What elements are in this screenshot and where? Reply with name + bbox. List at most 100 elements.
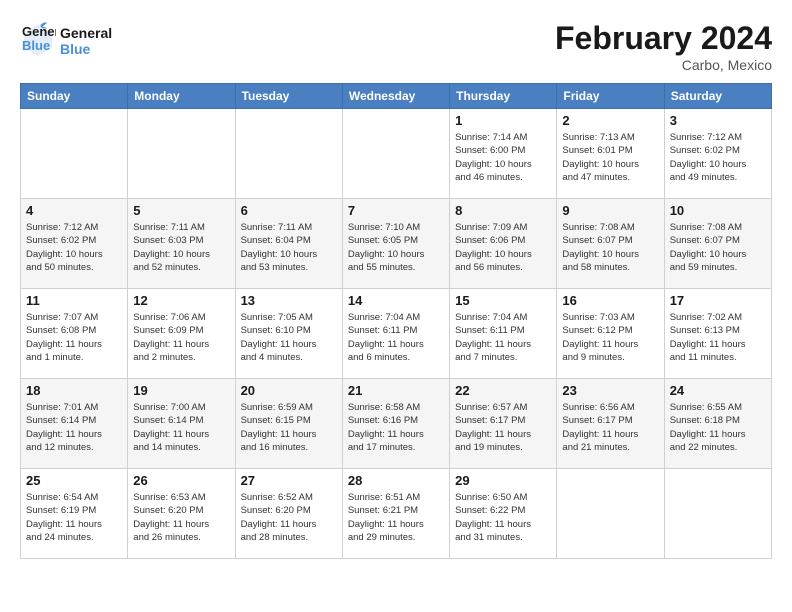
- calendar-cell: [664, 469, 771, 559]
- day-info: Sunrise: 7:03 AM Sunset: 6:12 PM Dayligh…: [562, 311, 658, 364]
- page-header: General Blue General Blue February 2024 …: [20, 20, 772, 73]
- calendar-cell: [557, 469, 664, 559]
- day-number: 11: [26, 293, 122, 308]
- day-number: 20: [241, 383, 337, 398]
- day-number: 5: [133, 203, 229, 218]
- day-info: Sunrise: 7:06 AM Sunset: 6:09 PM Dayligh…: [133, 311, 229, 364]
- calendar-cell: [342, 109, 449, 199]
- day-number: 21: [348, 383, 444, 398]
- day-info: Sunrise: 7:08 AM Sunset: 6:07 PM Dayligh…: [670, 221, 766, 274]
- weekday-header: Wednesday: [342, 84, 449, 109]
- day-info: Sunrise: 7:11 AM Sunset: 6:03 PM Dayligh…: [133, 221, 229, 274]
- day-number: 12: [133, 293, 229, 308]
- weekday-header: Sunday: [21, 84, 128, 109]
- day-number: 3: [670, 113, 766, 128]
- month-title: February 2024: [555, 20, 772, 57]
- day-info: Sunrise: 7:12 AM Sunset: 6:02 PM Dayligh…: [670, 131, 766, 184]
- calendar-cell: 18 Sunrise: 7:01 AM Sunset: 6:14 PM Dayli…: [21, 379, 128, 469]
- day-info: Sunrise: 7:07 AM Sunset: 6:08 PM Dayligh…: [26, 311, 122, 364]
- calendar-cell: 22 Sunrise: 6:57 AM Sunset: 6:17 PM Dayli…: [450, 379, 557, 469]
- calendar-cell: 11 Sunrise: 7:07 AM Sunset: 6:08 PM Dayli…: [21, 289, 128, 379]
- calendar-cell: 6 Sunrise: 7:11 AM Sunset: 6:04 PM Daylig…: [235, 199, 342, 289]
- day-info: Sunrise: 7:00 AM Sunset: 6:14 PM Dayligh…: [133, 401, 229, 454]
- day-info: Sunrise: 6:55 AM Sunset: 6:18 PM Dayligh…: [670, 401, 766, 454]
- day-number: 2: [562, 113, 658, 128]
- calendar-cell: 25 Sunrise: 6:54 AM Sunset: 6:19 PM Dayli…: [21, 469, 128, 559]
- day-number: 6: [241, 203, 337, 218]
- calendar-header: SundayMondayTuesdayWednesdayThursdayFrid…: [21, 84, 772, 109]
- day-number: 17: [670, 293, 766, 308]
- day-number: 18: [26, 383, 122, 398]
- day-number: 28: [348, 473, 444, 488]
- logo-general: General: [60, 25, 112, 41]
- day-number: 19: [133, 383, 229, 398]
- calendar-cell: 5 Sunrise: 7:11 AM Sunset: 6:03 PM Daylig…: [128, 199, 235, 289]
- day-info: Sunrise: 7:04 AM Sunset: 6:11 PM Dayligh…: [348, 311, 444, 364]
- calendar-cell: 2 Sunrise: 7:13 AM Sunset: 6:01 PM Daylig…: [557, 109, 664, 199]
- calendar-week-row: 18 Sunrise: 7:01 AM Sunset: 6:14 PM Dayli…: [21, 379, 772, 469]
- calendar-cell: 26Sunrise: 6:53 AM Sunset: 6:20 PM Dayli…: [128, 469, 235, 559]
- svg-text:Blue: Blue: [22, 38, 50, 53]
- weekday-header: Friday: [557, 84, 664, 109]
- logo: General Blue General Blue: [20, 20, 112, 61]
- day-info: Sunrise: 6:52 AM Sunset: 6:20 PM Dayligh…: [241, 491, 337, 544]
- day-info: Sunrise: 7:14 AM Sunset: 6:00 PM Dayligh…: [455, 131, 551, 184]
- svg-text:General: General: [22, 24, 56, 39]
- calendar-cell: 24 Sunrise: 6:55 AM Sunset: 6:18 PM Dayli…: [664, 379, 771, 469]
- day-info: Sunrise: 6:53 AM Sunset: 6:20 PM Dayligh…: [133, 491, 229, 544]
- day-number: 22: [455, 383, 551, 398]
- day-info: Sunrise: 7:13 AM Sunset: 6:01 PM Dayligh…: [562, 131, 658, 184]
- calendar-cell: 7Sunrise: 7:10 AM Sunset: 6:05 PM Daylig…: [342, 199, 449, 289]
- day-info: Sunrise: 7:02 AM Sunset: 6:13 PM Dayligh…: [670, 311, 766, 364]
- location: Carbo, Mexico: [555, 57, 772, 73]
- calendar-week-row: 25 Sunrise: 6:54 AM Sunset: 6:19 PM Dayli…: [21, 469, 772, 559]
- calendar-cell: 27 Sunrise: 6:52 AM Sunset: 6:20 PM Dayli…: [235, 469, 342, 559]
- calendar-table: SundayMondayTuesdayWednesdayThursdayFrid…: [20, 83, 772, 559]
- day-number: 15: [455, 293, 551, 308]
- day-info: Sunrise: 7:01 AM Sunset: 6:14 PM Dayligh…: [26, 401, 122, 454]
- weekday-header: Monday: [128, 84, 235, 109]
- day-number: 23: [562, 383, 658, 398]
- weekday-header: Thursday: [450, 84, 557, 109]
- calendar-cell: 12 Sunrise: 7:06 AM Sunset: 6:09 PM Dayli…: [128, 289, 235, 379]
- title-block: February 2024 Carbo, Mexico: [555, 20, 772, 73]
- day-info: Sunrise: 7:11 AM Sunset: 6:04 PM Dayligh…: [241, 221, 337, 274]
- day-number: 1: [455, 113, 551, 128]
- calendar-cell: 28 Sunrise: 6:51 AM Sunset: 6:21 PM Dayli…: [342, 469, 449, 559]
- calendar-cell: 8 Sunrise: 7:09 AM Sunset: 6:06 PM Daylig…: [450, 199, 557, 289]
- day-number: 24: [670, 383, 766, 398]
- day-number: 4: [26, 203, 122, 218]
- day-info: Sunrise: 7:04 AM Sunset: 6:11 PM Dayligh…: [455, 311, 551, 364]
- calendar-cell: 19 Sunrise: 7:00 AM Sunset: 6:14 PM Dayli…: [128, 379, 235, 469]
- day-info: Sunrise: 7:09 AM Sunset: 6:06 PM Dayligh…: [455, 221, 551, 274]
- day-number: 10: [670, 203, 766, 218]
- day-info: Sunrise: 7:05 AM Sunset: 6:10 PM Dayligh…: [241, 311, 337, 364]
- logo-icon: General Blue: [20, 20, 56, 56]
- day-info: Sunrise: 6:57 AM Sunset: 6:17 PM Dayligh…: [455, 401, 551, 454]
- day-info: Sunrise: 7:08 AM Sunset: 6:07 PM Dayligh…: [562, 221, 658, 274]
- day-info: Sunrise: 6:58 AM Sunset: 6:16 PM Dayligh…: [348, 401, 444, 454]
- logo-blue: Blue: [60, 41, 112, 57]
- day-number: 25: [26, 473, 122, 488]
- weekday-header: Tuesday: [235, 84, 342, 109]
- calendar-cell: 9 Sunrise: 7:08 AM Sunset: 6:07 PM Daylig…: [557, 199, 664, 289]
- day-info: Sunrise: 6:54 AM Sunset: 6:19 PM Dayligh…: [26, 491, 122, 544]
- calendar-cell: [128, 109, 235, 199]
- day-number: 27: [241, 473, 337, 488]
- calendar-cell: [235, 109, 342, 199]
- calendar-cell: 13 Sunrise: 7:05 AM Sunset: 6:10 PM Dayli…: [235, 289, 342, 379]
- day-number: 8: [455, 203, 551, 218]
- calendar-cell: 1 Sunrise: 7:14 AM Sunset: 6:00 PM Daylig…: [450, 109, 557, 199]
- calendar-cell: 15 Sunrise: 7:04 AM Sunset: 6:11 PM Dayli…: [450, 289, 557, 379]
- weekday-header: Saturday: [664, 84, 771, 109]
- day-info: Sunrise: 7:10 AM Sunset: 6:05 PM Dayligh…: [348, 221, 444, 274]
- day-info: Sunrise: 7:12 AM Sunset: 6:02 PM Dayligh…: [26, 221, 122, 274]
- calendar-cell: 17 Sunrise: 7:02 AM Sunset: 6:13 PM Dayli…: [664, 289, 771, 379]
- day-info: Sunrise: 6:51 AM Sunset: 6:21 PM Dayligh…: [348, 491, 444, 544]
- calendar-cell: 23Sunrise: 6:56 AM Sunset: 6:17 PM Dayli…: [557, 379, 664, 469]
- day-info: Sunrise: 6:50 AM Sunset: 6:22 PM Dayligh…: [455, 491, 551, 544]
- day-number: 13: [241, 293, 337, 308]
- day-number: 9: [562, 203, 658, 218]
- calendar-cell: 21 Sunrise: 6:58 AM Sunset: 6:16 PM Dayli…: [342, 379, 449, 469]
- calendar-cell: 10 Sunrise: 7:08 AM Sunset: 6:07 PM Dayli…: [664, 199, 771, 289]
